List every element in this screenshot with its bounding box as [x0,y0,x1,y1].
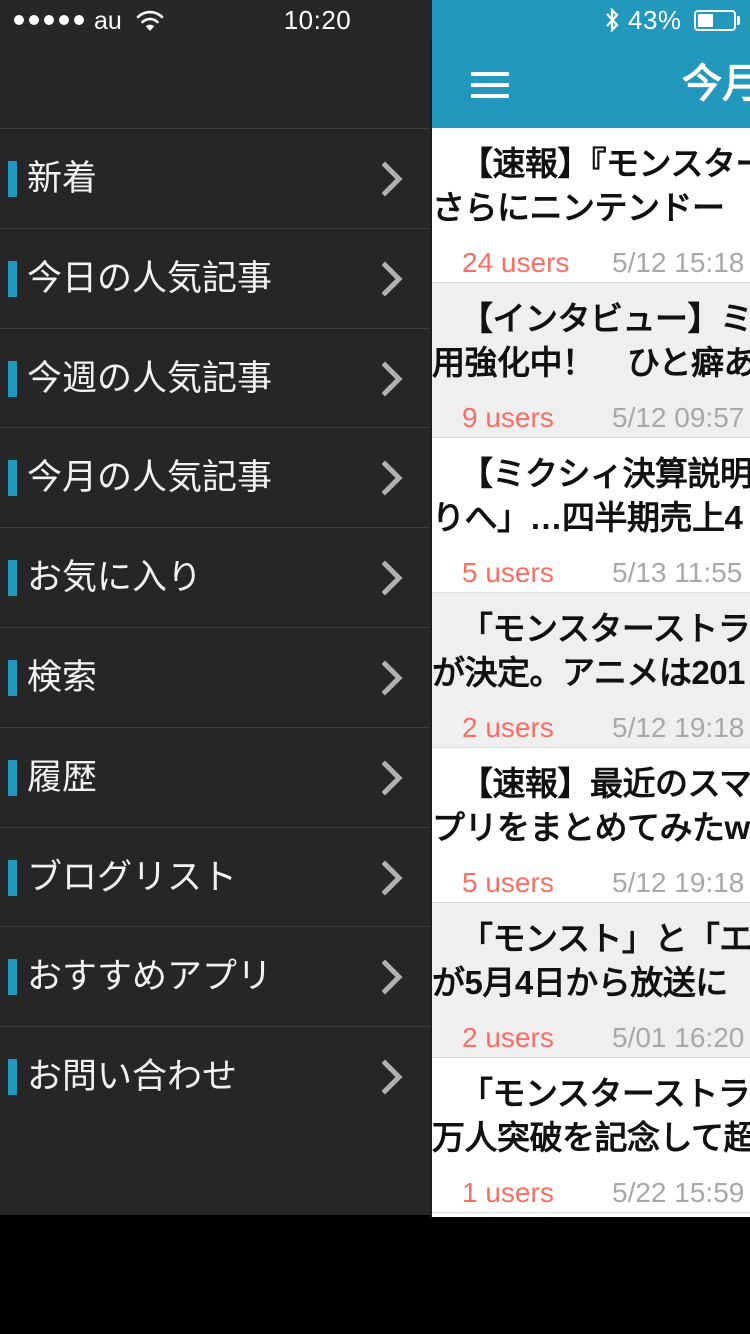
article-list-item[interactable]: 【ミクシィ決算説明会 りへ」…四半期売上4 5 users 5/13 11:55 [432,438,750,593]
drawer-edge-shadow [430,40,432,1217]
chevron-right-icon [381,1059,404,1095]
sidebar-item-favorites[interactable]: お気に入り [0,528,432,628]
navigation-drawer: 新着 今日の人気記事 今週の人気記事 今月の人気記事 お気に入り 検索 履歴 ブ… [0,40,432,1215]
clock-time: 10:20 [283,5,352,35]
sidebar-item-app-settings[interactable]: お問い合わせ [0,1027,432,1127]
article-title: 【速報】最近のスマホ プリをまとめてみたw [432,765,750,846]
accent-bar-icon [8,360,17,397]
article-users-count: 5 users [462,867,554,898]
battery-terminal-icon [737,16,740,25]
hamburger-line [471,72,509,76]
article-title: 【インタビュー】ミク 用強化中！ ひと癖あ [432,300,750,381]
sidebar-item-month-popular[interactable]: 今月の人気記事 [0,428,432,529]
battery-fill-level [698,14,713,27]
sidebar-item-search[interactable]: 検索 [0,628,432,728]
article-list-item[interactable]: 【速報】最近のスマホ プリをまとめてみたw 5 users 5/12 19:18 [432,748,750,903]
article-meta: 24 users 5/12 15:18 [462,246,750,280]
navigation-bar: 今月の人気記事 [432,40,750,128]
carrier-name: au [94,7,122,35]
chevron-right-icon [381,959,404,995]
sidebar-item-label: 履歴 [27,757,98,797]
article-users-count: 24 users [462,247,570,278]
article-date: 5/22 15:59 [612,1177,745,1208]
page-title: 今月の人気記事 [682,62,750,106]
hamburger-line [471,94,509,98]
article-title: 「モンスターストライ が決定。アニメは201 [432,610,750,691]
chevron-right-icon [381,161,404,197]
accent-bar-icon [8,161,17,197]
chevron-right-icon [381,460,404,496]
accent-bar-icon [8,959,17,996]
article-meta: 5 users 5/13 11:55 [462,556,750,590]
accent-bar-icon [8,859,17,896]
article-date: 5/01 16:20 [612,1022,745,1053]
accent-bar-icon [8,759,17,796]
hamburger-line [471,83,509,87]
accent-bar-icon [8,460,17,497]
article-meta: 2 users 5/12 19:18 [462,711,750,745]
chevron-right-icon [381,660,404,696]
article-date: 5/13 11:55 [612,557,743,588]
signal-strength-icon [14,15,84,25]
sidebar-item-history[interactable]: 履歴 [0,728,432,828]
article-title: 「モンスト」と「エヴ が5月4日から放送に [432,920,750,1001]
article-meta: 2 users 5/01 16:20 [462,1021,750,1055]
accent-bar-icon [8,659,17,696]
chevron-right-icon [381,261,404,297]
battery-percentage: 43% [628,5,682,35]
article-date: 5/12 19:18 [612,712,745,743]
sidebar-item-new[interactable]: 新着 [0,129,432,229]
article-list-item[interactable]: 「モンスト」と「エヴ が5月4日から放送に 2 users 5/01 16:20 [432,903,750,1058]
article-title: 「モンスターストライ 万人突破を記念して超 [432,1075,750,1156]
article-meta: 5 users 5/12 19:18 [462,866,750,900]
sidebar-item-today-popular[interactable]: 今日の人気記事 [0,229,432,329]
status-bar: au 10:20 43% [0,0,750,40]
article-title: 【速報】『モンスター さらにニンテンドー [432,145,750,226]
article-meta: 1 users 5/22 15:59 [462,1176,750,1210]
chevron-right-icon [381,860,404,896]
article-users-count: 1 users [462,1177,554,1208]
sidebar-item-blog-list[interactable]: ブログリスト [0,828,432,928]
battery-icon [694,10,736,31]
chevron-right-icon [381,361,404,397]
article-date: 5/12 19:18 [612,867,745,898]
sidebar-item-label: 検索 [27,657,98,697]
sidebar-item-week-popular[interactable]: 今週の人気記事 [0,329,432,429]
article-users-count: 2 users [462,1022,554,1053]
list-tail-white [432,1213,750,1217]
article-list-item[interactable]: 【速報】『モンスター さらにニンテンドー 24 users 5/12 15:18 [432,128,750,283]
accent-bar-icon [8,1059,17,1096]
article-title: 【ミクシィ決算説明会 りへ」…四半期売上4 [432,455,750,536]
sidebar-item-label: お問い合わせ [27,1057,238,1097]
accent-bar-icon [8,260,17,297]
sidebar-item-label: 新着 [27,159,98,198]
accent-bar-icon [8,560,17,597]
app-screen: 新着 今日の人気記事 今週の人気記事 今月の人気記事 お気に入り 検索 履歴 ブ… [0,0,750,1334]
sidebar-item-recommended-apps[interactable]: おすすめアプリ [0,927,432,1028]
wifi-icon [136,10,164,32]
sidebar-item-label: 今日の人気記事 [27,258,273,298]
article-meta: 9 users 5/12 09:57 [462,401,750,435]
sidebar-item-label: おすすめアプリ [27,957,273,997]
sidebar-item-label: お気に入り [27,558,203,598]
article-users-count: 5 users [462,557,554,588]
hamburger-menu-icon[interactable] [468,62,514,106]
sidebar-item-label: 今月の人気記事 [27,458,273,498]
bluetooth-icon [603,7,621,33]
sidebar-menu-list: 新着 今日の人気記事 今週の人気記事 今月の人気記事 お気に入り 検索 履歴 ブ… [0,129,432,1127]
article-date: 5/12 15:18 [612,247,745,278]
chevron-right-icon [381,760,404,796]
article-list-item[interactable]: 【インタビュー】ミク 用強化中！ ひと癖あ 9 users 5/12 09:57 [432,283,750,438]
status-bar-content: au 10:20 43% [0,0,750,40]
article-list-item[interactable]: 「モンスターストライ 万人突破を記念して超 1 users 5/22 15:59 [432,1058,750,1213]
article-list-item[interactable]: 「モンスターストライ が決定。アニメは201 2 users 5/12 19:1… [432,593,750,748]
sidebar-item-label: ブログリスト [27,857,238,897]
sidebar-item-label: 今週の人気記事 [27,358,273,398]
article-date: 5/12 09:57 [612,402,745,433]
article-list[interactable]: 【速報】『モンスター さらにニンテンドー 24 users 5/12 15:18… [432,128,750,1217]
chevron-right-icon [381,560,404,596]
article-users-count: 2 users [462,712,554,743]
article-users-count: 9 users [462,402,554,433]
